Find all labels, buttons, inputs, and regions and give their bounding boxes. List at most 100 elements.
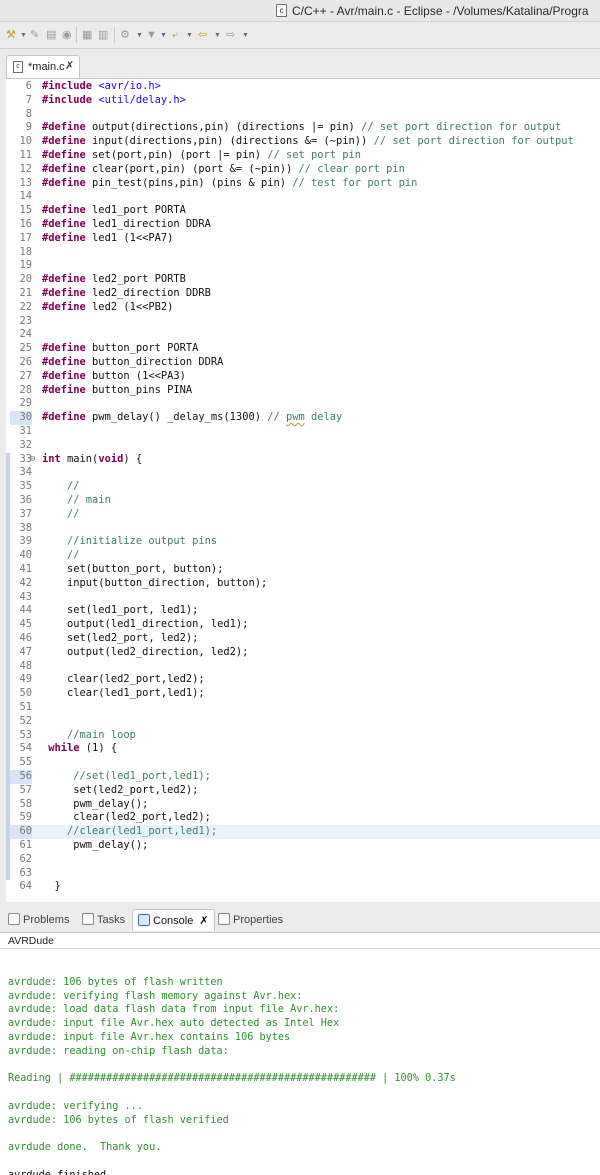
close-icon[interactable]: ✗ (65, 59, 74, 72)
chevron-down-icon[interactable]: ▼ (242, 29, 249, 43)
code-text: output(led1_direction, led1); (42, 618, 249, 631)
code-line[interactable]: 6 #include <avr/io.h> (6, 80, 600, 94)
code-line[interactable]: 15 #define led1_port PORTA (6, 204, 600, 218)
console-output[interactable]: avrdude: 106 bytes of flash written avrdu… (0, 950, 600, 1175)
code-line[interactable]: 7 #include <util/delay.h> (6, 94, 600, 108)
line-number: 42 (19, 576, 32, 589)
code-line[interactable]: 41 set(button_port, button); (6, 563, 600, 577)
code-line[interactable]: 24 (6, 328, 600, 342)
arrow-back-icon[interactable]: ⇦ (198, 28, 207, 42)
code-line[interactable]: 31 (6, 425, 600, 439)
code-line[interactable]: 28 #define button_pins PINA (6, 384, 600, 398)
tab-properties[interactable]: Properties (218, 909, 283, 931)
code-line[interactable]: 17 #define led1 (1<<PA7) (6, 232, 600, 246)
code-line[interactable]: 29 (6, 397, 600, 411)
code-line[interactable]: 37 // (6, 508, 600, 522)
tab-console[interactable]: Console ✗ (132, 909, 215, 931)
code-line[interactable]: 18 (6, 246, 600, 260)
code-line[interactable]: 13 #define pin_test(pins,pin) (pins & pin… (6, 177, 600, 191)
code-line[interactable]: 43 (6, 591, 600, 605)
line-number: 59 (19, 811, 32, 824)
code-line[interactable]: 36 // main (6, 494, 600, 508)
line-number: 7 (25, 93, 32, 106)
tab-tasks[interactable]: Tasks (82, 909, 125, 931)
code-line[interactable]: 40 // (6, 549, 600, 563)
code-line[interactable]: 46 set(led2_port, led2); (6, 632, 600, 646)
copy-icon[interactable]: ▥ (98, 28, 108, 42)
chevron-down-icon[interactable]: ▼ (214, 29, 221, 43)
build-icon[interactable]: ◉ (62, 28, 72, 42)
code-line[interactable]: 53 //main loop (6, 729, 600, 743)
code-line[interactable]: 48 (6, 660, 600, 674)
code-editor[interactable]: 6 #include <avr/io.h> 7 #include <util/dela… (6, 78, 600, 902)
code-line[interactable]: 27 #define button (1<<PA3) (6, 370, 600, 384)
editor-tab-label: *main.c (28, 61, 65, 73)
tab-problems[interactable]: Problems (8, 909, 69, 931)
code-line[interactable]: 12 #define clear(port,pin) (port &= (~pin… (6, 163, 600, 177)
code-line[interactable]: 9 #define output(directions,pin) (directi… (6, 121, 600, 135)
chevron-down-icon[interactable]: ▼ (136, 29, 143, 43)
code-line[interactable]: 52 (6, 715, 600, 729)
debug-icon[interactable]: ⚙ (120, 28, 130, 42)
code-text: int main(void) { (42, 452, 143, 465)
close-icon[interactable]: ✗ (199, 915, 208, 927)
code-line[interactable]: 34 (6, 466, 600, 480)
code-line[interactable]: 44 set(led1_port, led1); (6, 604, 600, 618)
code-text: #include <avr/io.h> (42, 80, 161, 92)
code-line[interactable]: 33 ⊖ int main(void) { (6, 453, 600, 467)
code-line[interactable]: 39 //initialize output pins (6, 535, 600, 549)
line-number: 37 (19, 507, 32, 520)
tools-icon[interactable]: ⚒ (6, 28, 16, 42)
arrow-forward-icon[interactable]: ⇨ (226, 28, 235, 42)
code-line[interactable]: 54 while (1) { (6, 742, 600, 756)
code-line[interactable]: 55 (6, 756, 600, 770)
code-line[interactable]: 64 } (6, 880, 600, 894)
arrow-back-icon[interactable]: ⤶ (172, 28, 178, 42)
chevron-down-icon[interactable]: ▼ (20, 29, 27, 43)
fold-toggle-icon[interactable]: ⊖ (30, 453, 35, 467)
line-number: 29 (19, 397, 32, 410)
code-line[interactable]: 63 (6, 867, 600, 881)
chevron-down-icon[interactable]: ▼ (186, 29, 193, 43)
code-line[interactable]: 59 clear(led2_port,led2); (6, 811, 600, 825)
code-text: // (67, 507, 80, 520)
code-line[interactable]: 23 (6, 315, 600, 329)
code-line[interactable]: 20 #define led2_port PORTB (6, 273, 600, 287)
line-number: 60 (10, 825, 32, 839)
code-line[interactable]: 22 #define led2 (1<<PB2) (6, 301, 600, 315)
save-icon[interactable]: ▦ (82, 28, 92, 42)
pencil-icon[interactable]: ✎ (30, 28, 39, 42)
code-line[interactable]: 62 (6, 853, 600, 867)
code-line[interactable]: 25 #define button_port PORTA (6, 342, 600, 356)
code-line[interactable]: 11 #define set(port,pin) (port |= pin) //… (6, 149, 600, 163)
code-line[interactable]: 57 set(led2_port,led2); (6, 784, 600, 798)
code-line[interactable]: 21 #define led2_direction DDRB (6, 287, 600, 301)
code-line[interactable]: 56 //set(led1_port,led1); (6, 770, 600, 784)
code-line[interactable]: 51 (6, 701, 600, 715)
code-line[interactable]: 16 #define led1_direction DDRA (6, 218, 600, 232)
code-line[interactable]: 58 pwm_delay(); (6, 798, 600, 812)
code-line[interactable]: 35 // (6, 480, 600, 494)
code-line[interactable]: 45 output(led1_direction, led1); (6, 618, 600, 632)
print-icon[interactable]: ▤ (46, 28, 56, 42)
code-line[interactable]: 19 (6, 259, 600, 273)
code-line[interactable]: 38 (6, 522, 600, 536)
code-line[interactable]: 14 (6, 190, 600, 204)
code-line[interactable]: 32 (6, 439, 600, 453)
code-line[interactable]: 42 input(button_direction, button); (6, 577, 600, 591)
editor-tab-main-c[interactable]: c *main.c ✗ (6, 55, 80, 78)
code-line[interactable]: 50 clear(led1_port,led1); (6, 687, 600, 701)
code-line[interactable]: 60 //clear(led1_port,led1); (6, 825, 600, 839)
code-text: // (67, 549, 80, 562)
chevron-down-icon[interactable]: ▼ (160, 29, 167, 43)
code-line[interactable]: 26 #define button_direction DDRA (6, 356, 600, 370)
code-line[interactable]: 49 clear(led2_port,led2); (6, 673, 600, 687)
code-line[interactable]: 30 #define pwm_delay() _delay_ms(1300) //… (6, 411, 600, 425)
line-number: 24 (19, 328, 32, 341)
code-line[interactable]: 47 output(led2_direction, led2); (6, 646, 600, 660)
run-icon[interactable]: ▼ (146, 28, 157, 42)
code-line[interactable]: 8 (6, 108, 600, 122)
code-line[interactable]: 61 pwm_delay(); (6, 839, 600, 853)
code-line[interactable]: 10 #define input(directions,pin) (directi… (6, 135, 600, 149)
code-text: #define clear(port,pin) (port &= (~pin))… (42, 162, 405, 175)
